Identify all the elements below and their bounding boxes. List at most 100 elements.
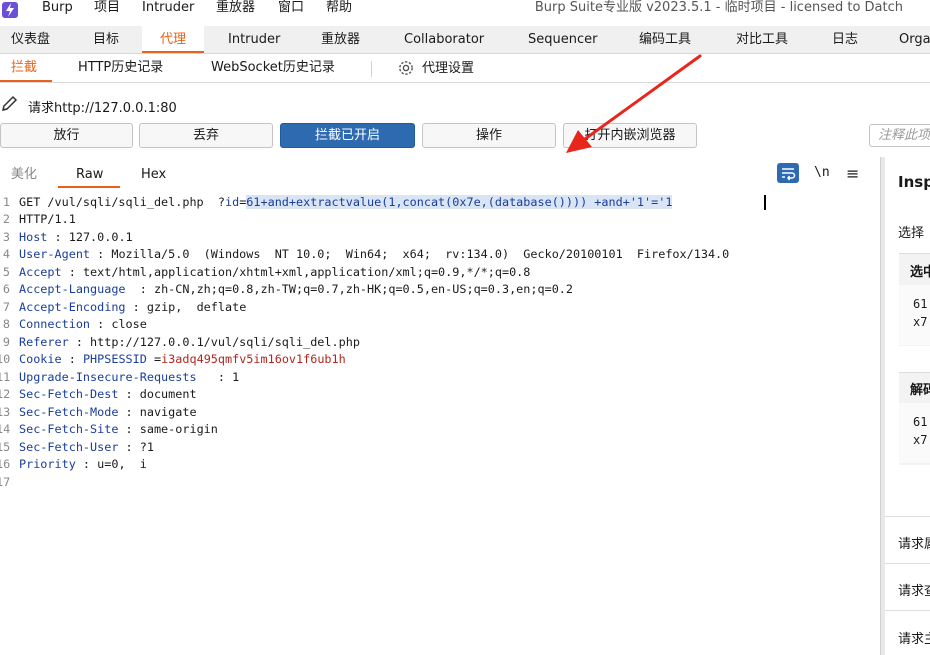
header-line: Priority : u=0, i <box>19 457 147 471</box>
header-key: Sec-Fetch-Dest <box>19 387 119 401</box>
inspector-row-query-params[interactable]: 请求查 <box>898 580 930 599</box>
header-value: Mozilla/5.0 (Windows NT 10.0; Win64; x64… <box>111 247 730 261</box>
inspector-selected-title: 选中 <box>910 265 930 280</box>
gear-icon[interactable] <box>397 59 415 77</box>
inspector-selected-line: 61 <box>913 297 928 311</box>
line-number: 1 <box>2 195 10 209</box>
line-number: 7 <box>2 300 10 314</box>
menu-intruder[interactable]: Intruder <box>142 0 194 16</box>
header-key: Accept-Language <box>19 282 126 296</box>
header-key: Accept-Encoding <box>19 300 126 314</box>
open-browser-button[interactable]: 打开内嵌浏览器 <box>563 123 697 148</box>
header-sep: : <box>61 265 83 279</box>
line-number: 6 <box>2 282 10 296</box>
menu-help[interactable]: 帮助 <box>326 0 352 16</box>
tab-dashboard[interactable]: 仪表盘 <box>11 26 50 53</box>
editor-tab-raw[interactable]: Raw <box>76 162 103 188</box>
drop-button[interactable]: 丢弃 <box>139 123 273 148</box>
word-wrap-icon[interactable] <box>777 163 799 183</box>
header-line: Accept : text/html,application/xhtml+xml… <box>19 265 530 279</box>
header-sep: : <box>75 457 98 471</box>
header-key: Referer <box>19 335 69 349</box>
header-key: Connection <box>19 317 91 331</box>
tab-sequencer[interactable]: Sequencer <box>528 26 597 53</box>
tab-intruder[interactable]: Intruder <box>228 26 280 53</box>
header-value: u=0, i <box>97 457 147 471</box>
header-value: same-origin <box>139 422 218 436</box>
tab-comparer[interactable]: 对比工具 <box>736 26 788 53</box>
line-number: 4 <box>2 247 10 261</box>
tab-logger[interactable]: 日志 <box>832 26 858 53</box>
tab-organizer[interactable]: Orga <box>899 26 930 53</box>
subtab-intercept[interactable]: 拦截 <box>11 54 37 82</box>
line-number: 16 <box>0 457 11 471</box>
header-sep: : <box>196 370 233 384</box>
header-line: Sec-Fetch-Mode : navigate <box>19 405 197 419</box>
header-value: document <box>139 387 197 401</box>
header-line: Connection : close <box>19 317 147 331</box>
inspector-divider <box>885 516 930 517</box>
inspector-divider <box>885 610 930 611</box>
tab-proxy[interactable]: 代理 <box>142 26 205 53</box>
subtab-proxy-settings[interactable]: 代理设置 <box>422 55 474 83</box>
line-number: 5 <box>2 265 10 279</box>
line-number: 10 <box>0 352 11 366</box>
menu-project[interactable]: 项目 <box>94 0 120 16</box>
line-number: 2 <box>2 212 10 226</box>
http-version: HTTP/1.1 <box>19 212 76 226</box>
inspector-selection-label: 选择 <box>898 226 925 241</box>
tab-collaborator[interactable]: Collaborator <box>404 26 484 53</box>
header-value: http://127.0.0.1/vul/sqli/sqli_del.php <box>90 335 360 349</box>
header-sep: : <box>118 440 140 454</box>
edit-pencil-icon <box>0 94 20 114</box>
inspector-decoded-line: x7 <box>913 433 928 447</box>
request-param-value-selected: 61+and+extractvalue(1,concat(0x7e,(datab… <box>246 195 673 209</box>
header-sep: : <box>118 405 140 419</box>
menu-repeater[interactable]: 重放器 <box>216 0 255 16</box>
comment-input[interactable]: 注释此项 <box>869 124 930 147</box>
header-line: Sec-Fetch-Dest : document <box>19 387 197 401</box>
line-number: 8 <box>2 317 10 331</box>
inspector-decoded-line: 61 <box>913 415 928 429</box>
show-newlines-icon[interactable]: \n <box>814 165 832 183</box>
cookie-name: PHPSESSID <box>82 352 147 366</box>
forward-button[interactable]: 放行 <box>0 123 133 148</box>
intercept-toggle-button[interactable]: 拦截已开启 <box>280 123 415 148</box>
header-line: Accept-Language : zh-CN,zh;q=0.8,zh-TW;q… <box>19 282 573 296</box>
line-number: 14 <box>0 422 11 436</box>
header-value: 127.0.0.1 <box>68 230 133 244</box>
tab-target[interactable]: 目标 <box>93 26 119 53</box>
line-number: 9 <box>2 335 10 349</box>
inspector-row-body-params[interactable]: 请求主 <box>898 628 930 647</box>
app-title: Burp Suite专业版 v2023.5.1 - 临时项目 - license… <box>534 0 903 15</box>
inspector-selected-line: x7 <box>913 315 928 329</box>
subtab-http-history[interactable]: HTTP历史记录 <box>78 54 163 82</box>
inspector-row-request-attributes[interactable]: 请求属 <box>898 533 930 552</box>
request-editor[interactable]: 1 2 3 4 5 6 7 8 9 10 11 12 13 14 15 16 1… <box>0 193 880 655</box>
header-key: Sec-Fetch-Mode <box>19 405 119 419</box>
line-number: 13 <box>0 405 11 419</box>
tab-decoder[interactable]: 编码工具 <box>639 26 691 53</box>
editor-tab-pretty[interactable]: 美化 <box>11 162 37 188</box>
header-key: Host <box>19 230 48 244</box>
menu-window[interactable]: 窗口 <box>278 0 304 16</box>
header-sep: : <box>125 300 147 314</box>
header-line: Accept-Encoding : gzip, deflate <box>19 300 246 314</box>
editor-tab-hex[interactable]: Hex <box>141 162 166 188</box>
header-key: Sec-Fetch-Site <box>19 422 119 436</box>
subtab-websocket-history[interactable]: WebSocket历史记录 <box>211 54 335 82</box>
subtab-active-indicator <box>0 80 52 82</box>
header-sep: : <box>118 387 140 401</box>
cookie-value: i3adq495qmfv5im16ov1f6ub1h <box>161 352 346 366</box>
editor-menu-icon[interactable]: ≡ <box>846 164 862 183</box>
request-line: GET /vul/sqli/sqli_del.php ?id=61+and+ex… <box>19 195 673 209</box>
request-param-name: id <box>224 195 240 209</box>
header-key: Upgrade-Insecure-Requests <box>19 370 197 384</box>
action-button[interactable]: 操作 <box>422 123 556 148</box>
header-key: Priority <box>19 457 76 471</box>
tab-repeater[interactable]: 重放器 <box>321 26 360 53</box>
request-line-method-path: GET /vul/sqli/sqli_del.php ? <box>19 195 225 209</box>
header-sep: : <box>61 352 83 366</box>
header-line: Sec-Fetch-User : ?1 <box>19 440 154 454</box>
menu-burp[interactable]: Burp <box>42 0 73 16</box>
